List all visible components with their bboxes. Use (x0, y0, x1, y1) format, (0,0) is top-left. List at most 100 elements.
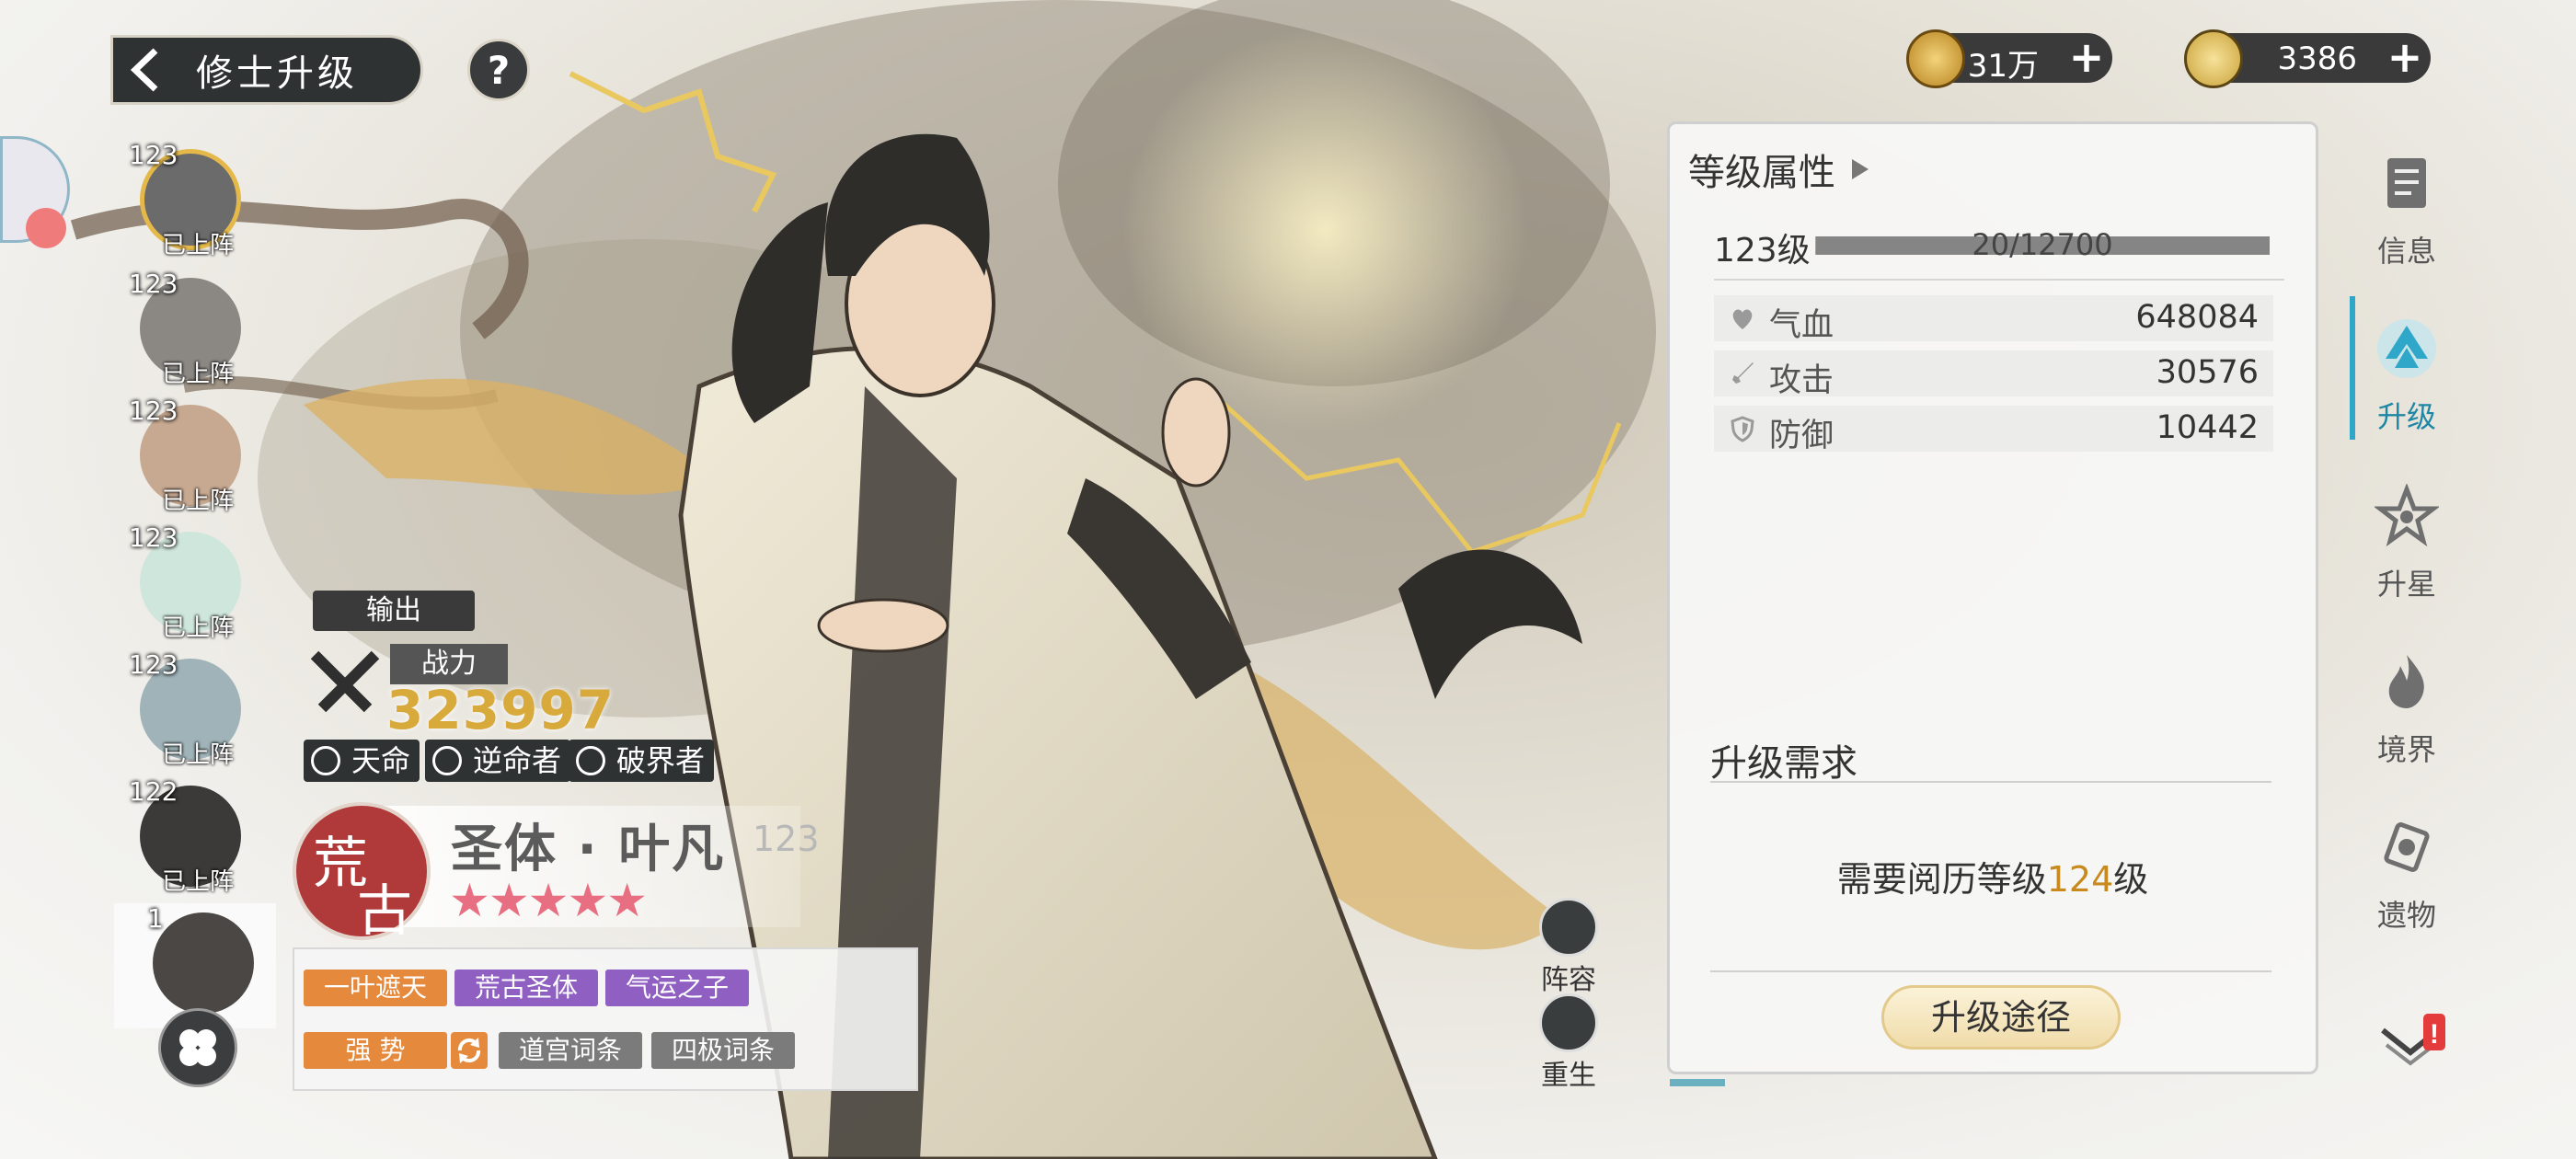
mute-icon (26, 208, 66, 248)
stat-name: 攻击 (1769, 362, 1834, 399)
tag-label: 逆命者 (473, 743, 562, 778)
trait-tag[interactable]: 荒古圣体 (454, 970, 598, 1006)
tag-label: 破界者 (616, 743, 706, 778)
back-arrow-icon[interactable] (113, 38, 178, 102)
play-arrow-icon (1852, 159, 1869, 179)
requirement-title: 升级需求 (1710, 742, 1857, 785)
divider (1714, 279, 2284, 281)
traits-box: 一叶遮天 荒古圣体 气运之子 强 势 道宫词条 四极词条 (293, 947, 918, 1091)
trait-slot[interactable]: 道宫词条 (499, 1032, 642, 1069)
star-icon (2373, 482, 2441, 547)
nav-active-indicator (2350, 296, 2355, 440)
panel-title: 等级属性 (1688, 152, 1835, 194)
flame-icon (2388, 655, 2424, 708)
roster-item[interactable]: 123 已上阵 (129, 649, 248, 769)
nav-upgrade[interactable]: 升级 (2366, 316, 2447, 436)
roster-item[interactable]: 122 已上阵 (129, 776, 248, 896)
heart-icon (1732, 309, 1753, 329)
relic-icon (2384, 822, 2430, 872)
stat-value: 30576 (2156, 354, 2259, 391)
tag-chip: 天命 (304, 740, 420, 782)
coin-currency: 31万 + (1906, 29, 2112, 88)
nav-label: 境界 (2376, 732, 2436, 767)
panel-scrollbar[interactable] (1670, 1079, 1725, 1086)
nav-label: 升级 (2376, 399, 2436, 434)
roster-level: 123 (129, 522, 178, 553)
roster-item[interactable]: 123 已上阵 (129, 269, 248, 388)
roster-level: 123 (129, 140, 178, 170)
trait-tag[interactable]: 气运之子 (605, 970, 749, 1006)
swirl-icon (311, 746, 340, 775)
trait-slot[interactable]: 四极词条 (651, 1032, 795, 1069)
coin-amount: 31万 (1967, 48, 2039, 85)
strength-tag[interactable]: 强 势 (304, 1032, 447, 1069)
title-bar: 修士升级 (110, 35, 423, 105)
roster-status: 已上阵 (162, 361, 235, 388)
requirement-level: 124 (2046, 859, 2114, 900)
roster-item[interactable]: 123 已上阵 (129, 140, 248, 259)
roster-status: 已上阵 (162, 741, 235, 769)
lineup-label: 阵容 (1541, 964, 1596, 996)
svg-text:!: ! (2430, 1019, 2439, 1050)
nav-relic[interactable]: 遗物 (2366, 815, 2447, 935)
page-title: 修士升级 (196, 52, 358, 95)
faction-char-bottom: 古 (357, 879, 412, 944)
refresh-icon[interactable] (451, 1032, 488, 1069)
nav-more-button[interactable]: ! (2377, 984, 2447, 1076)
roster-status: 已上阵 (162, 488, 235, 515)
faction-badge: 荒 古 (293, 802, 431, 944)
spirit-stone-icon (2184, 29, 2243, 88)
add-spirit-stone-button[interactable]: + (2386, 36, 2423, 78)
roster-status: 已上阵 (162, 868, 235, 896)
lotus-icon (1539, 993, 1598, 1052)
roster-level: 123 (129, 649, 178, 680)
nav-label: 遗物 (2376, 898, 2436, 933)
lineup-button[interactable]: 阵容 (1536, 898, 1601, 997)
roster-item[interactable]: 123 已上阵 (129, 522, 248, 642)
divider (1710, 781, 2271, 783)
roster-status: 已上阵 (162, 232, 235, 259)
lineup-icon (1539, 898, 1598, 957)
menu-grid-button[interactable] (158, 1008, 237, 1087)
roster-avatar (153, 912, 254, 1014)
star-rating: ★★★★★ (449, 874, 648, 927)
clover-icon (179, 1029, 216, 1066)
spirit-stone-amount: 3386 (2277, 40, 2357, 77)
nav-realm[interactable]: 境界 (2366, 649, 2447, 769)
exp-text: 20/12700 (1972, 227, 2113, 262)
divider (1710, 970, 2271, 972)
document-icon (2387, 158, 2426, 208)
fist-icon (576, 746, 605, 775)
stat-row-hp: 气血 648084 (1714, 295, 2273, 344)
role-tag: 输出 (313, 591, 475, 631)
sword-icon (1732, 362, 1754, 384)
stat-name: 气血 (1769, 307, 1834, 344)
coin-icon (1906, 29, 1965, 88)
nav-star-up[interactable]: 升星 (2366, 482, 2447, 603)
tag-chip: 逆命者 (425, 740, 571, 782)
help-button[interactable]: ? (467, 39, 530, 101)
nav-info[interactable]: 信息 (2366, 151, 2447, 270)
stat-value: 10442 (2156, 409, 2259, 446)
shield-icon (1731, 416, 1754, 442)
swirl-icon (432, 746, 462, 775)
roster-level: 122 (129, 776, 178, 807)
add-coin-button[interactable]: + (2068, 36, 2105, 78)
stat-row-defense: 防御 10442 (1714, 406, 2273, 454)
panel-header[interactable]: 等级属性 (1688, 143, 1872, 196)
upgrade-path-button[interactable]: 升级途径 (1881, 985, 2121, 1050)
tag-label: 天命 (351, 743, 411, 778)
requirement-prefix: 需要阅历等级 (1836, 859, 2047, 900)
requirement-text: 需要阅历等级124级 (1670, 851, 2316, 901)
roster-item[interactable]: 123 已上阵 (129, 396, 248, 515)
upgrade-icon (2377, 319, 2436, 378)
power-value: 323997 (386, 679, 615, 741)
rebirth-label: 重生 (1541, 1060, 1596, 1092)
roster-level: 1 (147, 903, 164, 934)
trait-tag[interactable]: 一叶遮天 (304, 970, 447, 1006)
character-name: 圣体 · 叶凡 (451, 820, 726, 879)
rebirth-button[interactable]: 重生 (1536, 993, 1601, 1093)
roster-status: 已上阵 (162, 614, 235, 642)
nav-label: 信息 (2376, 234, 2436, 269)
spirit-stone-currency: 3386 + (2184, 29, 2431, 88)
